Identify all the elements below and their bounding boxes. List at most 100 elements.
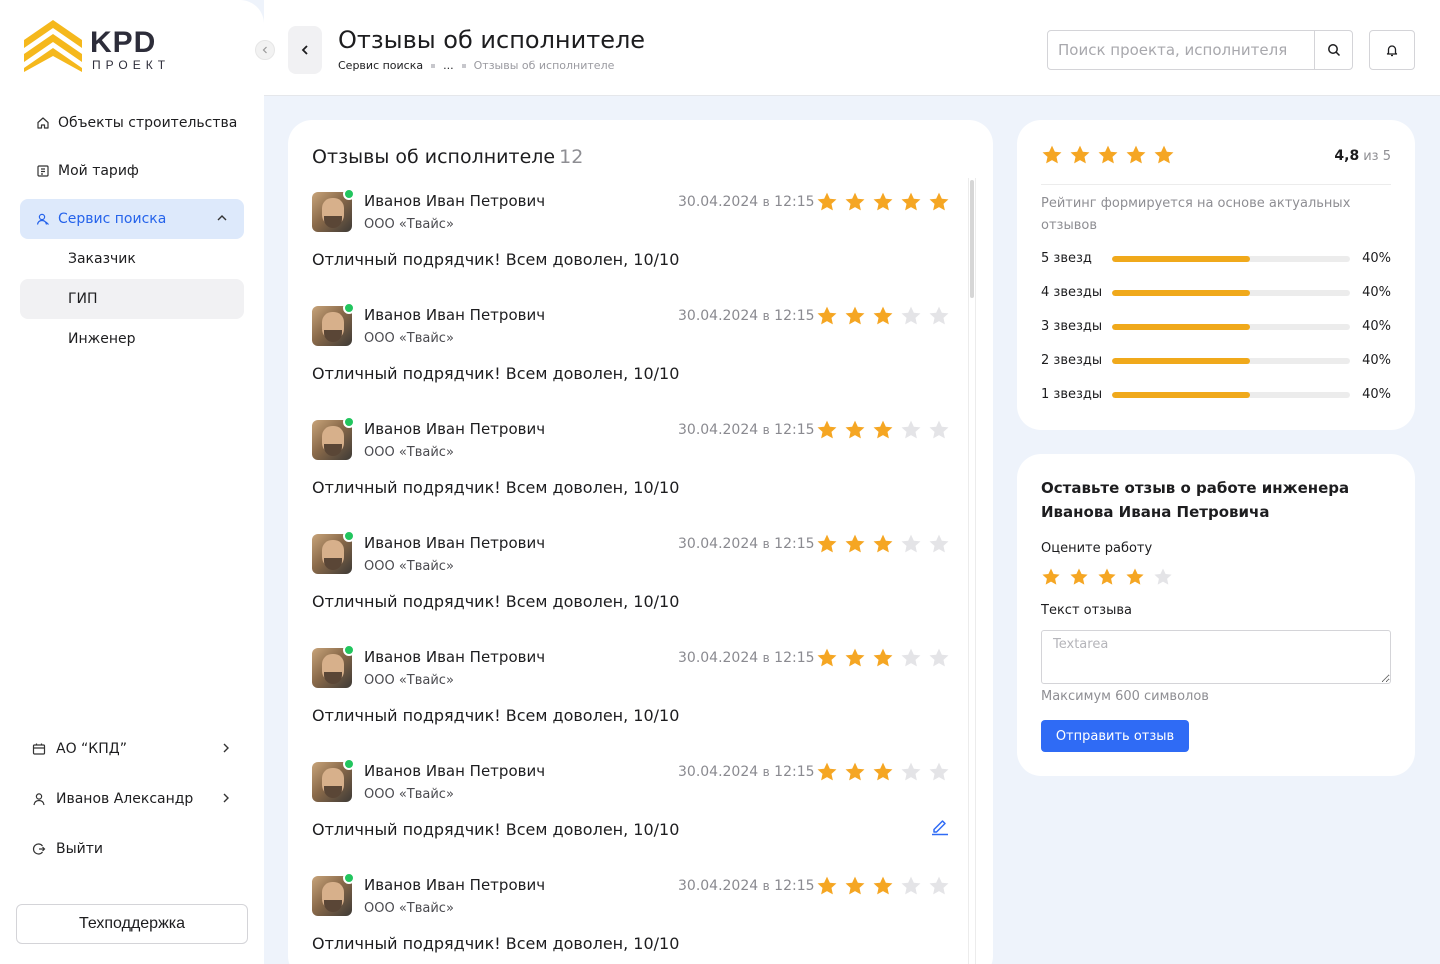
reviewer-name[interactable]: Иванов Иван Петрович: [364, 762, 545, 780]
review-date: 30.04.2024 в 12:15: [678, 764, 815, 780]
sidebar-subitem-engineer[interactable]: Инженер: [20, 319, 244, 359]
reviewer-name[interactable]: Иванов Иван Петрович: [364, 306, 545, 324]
breadcrumb-item-current: Отзывы об исполнителе: [473, 59, 615, 72]
reviewer-company: ООО «Твайс»: [364, 673, 454, 688]
submit-review-button[interactable]: Отправить отзыв: [1041, 720, 1189, 752]
sidebar-item-logout[interactable]: Выйти: [20, 829, 244, 869]
star-filled-icon: [928, 191, 950, 213]
review-date: 30.04.2024 в 12:15: [678, 650, 815, 666]
sidebar-item-label: Выйти: [56, 841, 104, 857]
sidebar-item-company[interactable]: АО “КПД”: [20, 729, 244, 769]
reviewer-name[interactable]: Иванов Иван Петрович: [364, 534, 545, 552]
search-button[interactable]: [1314, 31, 1352, 69]
review-rating: [816, 875, 950, 897]
reviewer-name[interactable]: Иванов Иван Петрович: [364, 420, 545, 438]
rating-score-of: из 5: [1363, 149, 1391, 164]
feedback-textarea[interactable]: [1041, 630, 1391, 684]
breadcrumb-separator: [461, 63, 466, 68]
review-rating: [816, 191, 950, 213]
rating-bar-track: [1112, 290, 1350, 296]
star-empty-icon: [900, 419, 922, 441]
search-input[interactable]: [1048, 31, 1314, 69]
feedback-title: Оставьте отзыв о работе инженера Иванова…: [1041, 479, 1350, 521]
rating-bar-label: 3 звезды: [1041, 319, 1103, 334]
star-filled-icon: [900, 191, 922, 213]
feedback-card: Оставьте отзыв о работе инженера Иванова…: [1017, 454, 1415, 776]
star-filled-icon: [1097, 144, 1119, 166]
star-filled-icon: [872, 419, 894, 441]
review-date: 30.04.2024 в 12:15: [678, 194, 815, 210]
sidebar-item-tariff[interactable]: Мой тариф: [20, 151, 244, 191]
star-filled-icon: [816, 419, 838, 441]
reviews-scrollbar[interactable]: [968, 178, 976, 964]
review-item: Иванов Иван Петрович ООО «Твайс» 30.04.202…: [312, 296, 952, 410]
rating-bar-percent: 40%: [1362, 353, 1391, 368]
star-filled-icon: [816, 305, 838, 327]
star-filled-icon[interactable]: [1097, 567, 1117, 587]
breadcrumb-item-ellipsis[interactable]: ...: [443, 59, 454, 72]
reviews-title: Отзывы об исполнителе 12: [312, 146, 583, 168]
sidebar-subitem-customer[interactable]: Заказчик: [20, 239, 244, 279]
star-filled-icon: [844, 419, 866, 441]
rating-bar-percent: 40%: [1362, 285, 1391, 300]
star-empty-icon: [928, 647, 950, 669]
rating-summary-card: 4,8 из 5 Рейтинг формируется на основе ак…: [1017, 120, 1415, 430]
avatar-beard: [324, 216, 342, 228]
star-empty-icon[interactable]: [1153, 567, 1173, 587]
reviewer-name[interactable]: Иванов Иван Петрович: [364, 876, 545, 894]
back-button[interactable]: [288, 26, 322, 74]
sidebar-item-label: АО “КПД”: [56, 741, 127, 757]
feedback-rating-input: [1041, 567, 1173, 587]
rating-bar-row: 5 звезд 40%: [1041, 249, 1391, 269]
rating-bar-percent: 40%: [1362, 387, 1391, 402]
avatar-beard: [324, 786, 342, 798]
feedback-rate-label: Оцените работу: [1041, 541, 1153, 556]
scrollbar-thumb[interactable]: [970, 180, 974, 298]
review-item: Иванов Иван Петрович ООО «Твайс» 30.04.202…: [312, 752, 952, 866]
sidebar-item-search-service[interactable]: Сервис поиска: [20, 199, 244, 239]
reviews-card: Отзывы об исполнителе 12 Иванов Иван Петр…: [288, 120, 993, 964]
rating-bar-row: 2 звезды 40%: [1041, 351, 1391, 371]
review-date-at: в: [762, 879, 770, 893]
star-filled-icon: [844, 875, 866, 897]
review-date: 30.04.2024 в 12:15: [678, 422, 815, 438]
review-date-at: в: [762, 651, 770, 665]
rating-bar-track: [1112, 392, 1350, 398]
review-text: Отличный подрядчик! Всем доволен, 10/10: [312, 820, 680, 839]
review-date-day: 30.04.2024: [678, 878, 759, 894]
rating-bar-fill: [1112, 256, 1251, 262]
online-status-indicator: [343, 416, 355, 428]
sidebar-item-objects[interactable]: Объекты строительства: [20, 103, 244, 143]
star-filled-icon[interactable]: [1125, 567, 1145, 587]
sidebar-subitem-gip[interactable]: ГИП: [20, 279, 244, 319]
rating-bar-label: 2 звезды: [1041, 353, 1103, 368]
chevron-left-icon: [301, 45, 308, 55]
review-date-at: в: [762, 195, 770, 209]
online-status-indicator: [343, 872, 355, 884]
collapse-sidebar-button[interactable]: [255, 40, 275, 60]
star-filled-icon: [816, 533, 838, 555]
online-status-indicator: [343, 188, 355, 200]
online-status-indicator: [343, 530, 355, 542]
kpd-logo[interactable]: KPD ПРОЕКТ: [22, 18, 172, 74]
star-filled-icon: [844, 647, 866, 669]
notifications-button[interactable]: [1369, 30, 1415, 70]
review-date-day: 30.04.2024: [678, 536, 759, 552]
review-rating: [816, 419, 950, 441]
rating-bar-fill: [1112, 358, 1251, 364]
reviewer-name[interactable]: Иванов Иван Петрович: [364, 192, 545, 210]
review-date-time: 12:15: [774, 878, 815, 894]
star-filled-icon: [844, 191, 866, 213]
rating-bar-track: [1112, 358, 1350, 364]
avatar-beard: [324, 330, 342, 342]
sidebar-item-user[interactable]: Иванов Александр: [20, 779, 244, 819]
edit-review-icon[interactable]: [930, 816, 950, 840]
reviewer-name[interactable]: Иванов Иван Петрович: [364, 648, 545, 666]
support-button[interactable]: Техподдержка: [16, 904, 248, 944]
review-date: 30.04.2024 в 12:15: [678, 308, 815, 324]
breadcrumb-item-search-service[interactable]: Сервис поиска: [338, 59, 423, 72]
star-filled-icon[interactable]: [1041, 567, 1061, 587]
user-icon: [32, 792, 46, 806]
star-filled-icon[interactable]: [1069, 567, 1089, 587]
review-date-day: 30.04.2024: [678, 650, 759, 666]
